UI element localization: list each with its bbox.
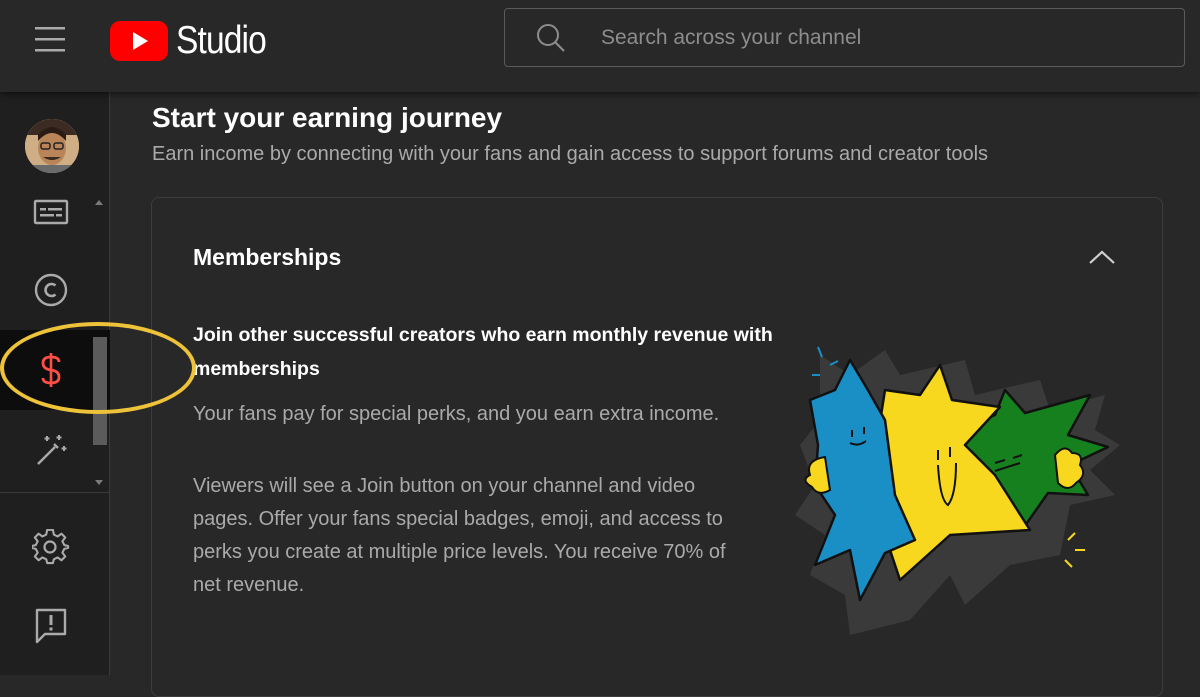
sidebar-item-subtitles[interactable] <box>0 172 110 252</box>
youtube-logo-icon <box>110 21 168 61</box>
top-bar: Studio <box>0 0 1200 92</box>
sidebar <box>0 92 110 675</box>
page-subtitle: Earn income by connecting with your fans… <box>152 143 989 165</box>
card-headline: Join other successful creators who earn … <box>193 324 773 380</box>
search-input[interactable] <box>599 16 1184 59</box>
menu-icon[interactable] <box>30 22 70 56</box>
collapse-button[interactable] <box>1082 242 1122 272</box>
sidebar-item-settings[interactable] <box>0 508 110 588</box>
sidebar-divider <box>0 492 110 493</box>
magic-wand-icon <box>37 435 67 465</box>
card-paragraph-2: Viewers will see a Join button on your c… <box>193 475 726 596</box>
search-icon[interactable] <box>533 20 569 56</box>
page-title: Start your earning journey <box>152 102 503 133</box>
copyright-icon <box>34 273 68 307</box>
dollar-icon <box>41 353 61 387</box>
memberships-illustration <box>795 346 1120 635</box>
gear-icon <box>32 529 70 565</box>
chevron-up-icon <box>1089 250 1115 264</box>
card-title: Memberships <box>193 244 342 270</box>
avatar[interactable] <box>25 119 79 173</box>
search-box[interactable] <box>504 8 1185 67</box>
sidebar-scrollbar[interactable] <box>93 337 107 445</box>
feedback-icon <box>35 608 67 644</box>
logo-text: Studio <box>176 19 267 62</box>
card-paragraph-1: Your fans pay for special perks, and you… <box>193 403 720 425</box>
sidebar-scroll-down[interactable] <box>95 480 103 485</box>
subtitles-icon <box>33 199 69 225</box>
youtube-studio-logo[interactable]: Studio <box>110 19 281 62</box>
sidebar-item-feedback[interactable] <box>0 586 110 666</box>
sidebar-item-copyright[interactable] <box>0 250 110 330</box>
